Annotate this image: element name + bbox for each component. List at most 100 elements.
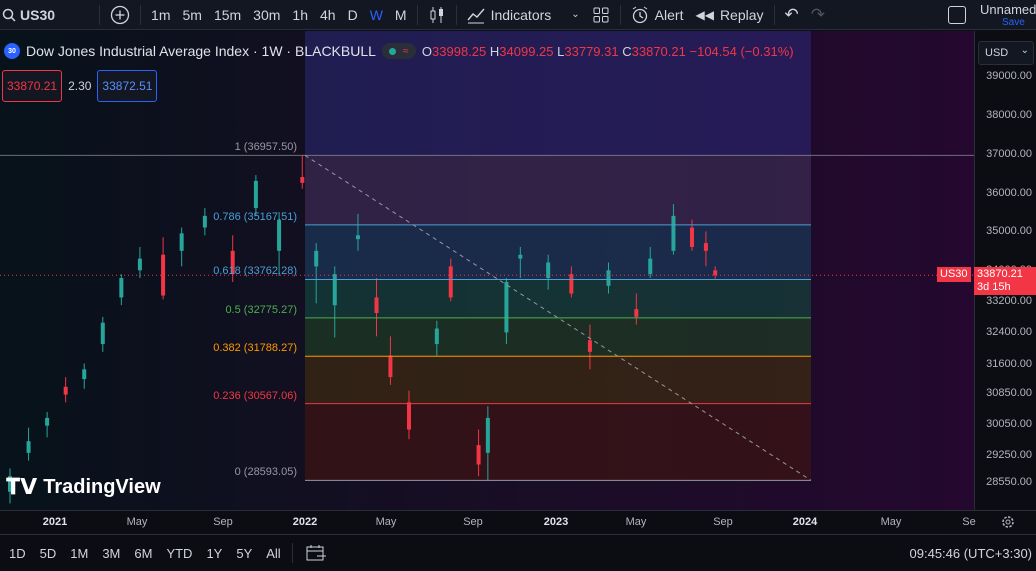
range-6m[interactable]: 6M [127, 546, 159, 561]
indicators-button[interactable]: Indicators ⌄ [461, 0, 586, 29]
current-symbol-tag: US30 [937, 267, 971, 283]
currency-select[interactable]: USD ⌄ [978, 41, 1034, 65]
buy-button[interactable]: 33872.51 [97, 70, 158, 102]
candle [300, 155, 305, 189]
search-icon [2, 8, 16, 22]
spread-value: 2.30 [68, 79, 92, 93]
range-all[interactable]: All [259, 546, 287, 561]
candle [202, 208, 207, 236]
interval-1m[interactable]: 1m [145, 0, 176, 29]
rewind-icon: ◀◀ [695, 7, 714, 22]
candle [26, 427, 31, 461]
price-tick: 30050.00 [986, 417, 1032, 430]
indicators-label: Indicators [490, 6, 552, 23]
templates-button[interactable] [586, 0, 616, 29]
candle-body [634, 309, 639, 317]
candle-body [137, 258, 142, 271]
candle [137, 246, 142, 279]
alert-button[interactable]: Alert [625, 0, 690, 29]
range-ytd[interactable]: YTD [159, 546, 199, 561]
trade-panel: 33870.21 2.30 33872.51 [2, 70, 158, 102]
visibility-toggle[interactable]: ≈ [381, 43, 416, 59]
candle-body [100, 322, 105, 345]
candle-body [648, 258, 653, 275]
candles-icon [430, 6, 443, 23]
time-tick: Se [962, 516, 976, 528]
candle [100, 316, 105, 352]
chart-pane[interactable]: 1 (36957.50) 0.786 (35167.51) 0.618 (33762… [0, 31, 974, 510]
candle [179, 227, 184, 267]
clock-timezone[interactable]: 09:45:46 (UTC+3:30) [910, 546, 1032, 561]
range-5y[interactable]: 5Y [229, 546, 259, 561]
toolbar-divider [619, 4, 621, 25]
change-value: −104.54 (−0.31%) [689, 43, 794, 59]
fib-level-label: 0 (28593.05) [234, 466, 297, 479]
interval-w[interactable]: W [364, 0, 389, 29]
date-range-icon[interactable] [305, 543, 327, 563]
time-axis[interactable]: 2021 May Sep 2022 May Sep 2023 May Sep 2024 May Se [0, 510, 1036, 534]
candle-body [406, 402, 411, 430]
interval-30m[interactable]: 30m [247, 0, 286, 29]
sell-button[interactable]: 33870.21 [2, 70, 63, 102]
fib-zone [305, 356, 811, 404]
candle-body [26, 441, 31, 453]
interval-4h[interactable]: 4h [314, 0, 342, 29]
interval-m[interactable]: M [389, 0, 413, 29]
interval-15m[interactable]: 15m [208, 0, 247, 29]
redo-button[interactable]: ↷ [805, 0, 831, 29]
bar-countdown: 3d 15h [977, 281, 1011, 294]
wave-icon: ≈ [403, 45, 409, 57]
symbol-search[interactable]: US30 [0, 0, 61, 29]
range-1d[interactable]: 1D [2, 546, 33, 561]
range-5d[interactable]: 5D [33, 546, 64, 561]
candle-body [374, 297, 379, 313]
chart-title[interactable]: Dow Jones Industrial Average Index · 1W … [26, 43, 376, 59]
range-3m[interactable]: 3M [95, 546, 127, 561]
range-1m[interactable]: 1M [63, 546, 95, 561]
alert-label: Alert [654, 6, 684, 23]
layout-name-menu[interactable]: Unnamed Save [976, 0, 1036, 29]
price-tick: 30850.00 [986, 386, 1032, 399]
fib-zone [305, 279, 811, 318]
interval-1h[interactable]: 1h [286, 0, 314, 29]
time-tick: Sep [213, 516, 233, 528]
price-tick: 38000.00 [986, 108, 1032, 121]
layout-square-icon[interactable] [948, 6, 966, 24]
candle-body [606, 270, 611, 286]
candle [119, 274, 124, 306]
interval-d[interactable]: D [342, 0, 364, 29]
candle-body [45, 417, 50, 426]
time-tick: 2023 [543, 516, 569, 528]
fib-zone [305, 317, 811, 357]
top-toolbar: US30 1m 5m 15m 30m 1h 4h D W M Indicator… [0, 0, 1036, 30]
chart-type-button[interactable] [422, 0, 452, 29]
toolbar-divider [416, 4, 418, 25]
replay-label: Replay [719, 6, 764, 23]
price-tick: 29250.00 [986, 448, 1032, 461]
toolbar-divider [455, 4, 457, 25]
gear-icon[interactable] [1000, 514, 1016, 530]
time-tick: 2024 [792, 516, 818, 528]
time-tick: Sep [713, 516, 733, 528]
undo-button[interactable]: ↶ [779, 0, 805, 29]
chevron-down-icon: ⌄ [571, 9, 580, 20]
candle-body [569, 274, 574, 294]
interval-5m[interactable]: 5m [176, 0, 207, 29]
candle-body [689, 227, 694, 247]
price-tick: 35000.00 [986, 225, 1032, 238]
time-tick: May [625, 516, 647, 528]
price-tick: 37000.00 [986, 147, 1032, 160]
replay-button[interactable]: ◀◀ Replay [689, 0, 769, 29]
candle [45, 412, 50, 438]
time-tick: Sep [463, 516, 483, 528]
candle-body [355, 235, 360, 240]
candlestick-chart[interactable] [0, 31, 974, 510]
candle-body [253, 180, 258, 209]
grid-icon [593, 7, 609, 22]
compare-button[interactable] [104, 0, 136, 29]
range-1y[interactable]: 1Y [199, 546, 229, 561]
candle-body [434, 328, 439, 345]
candle-body [82, 369, 87, 380]
candle [82, 363, 87, 389]
time-tick: May [126, 516, 148, 528]
